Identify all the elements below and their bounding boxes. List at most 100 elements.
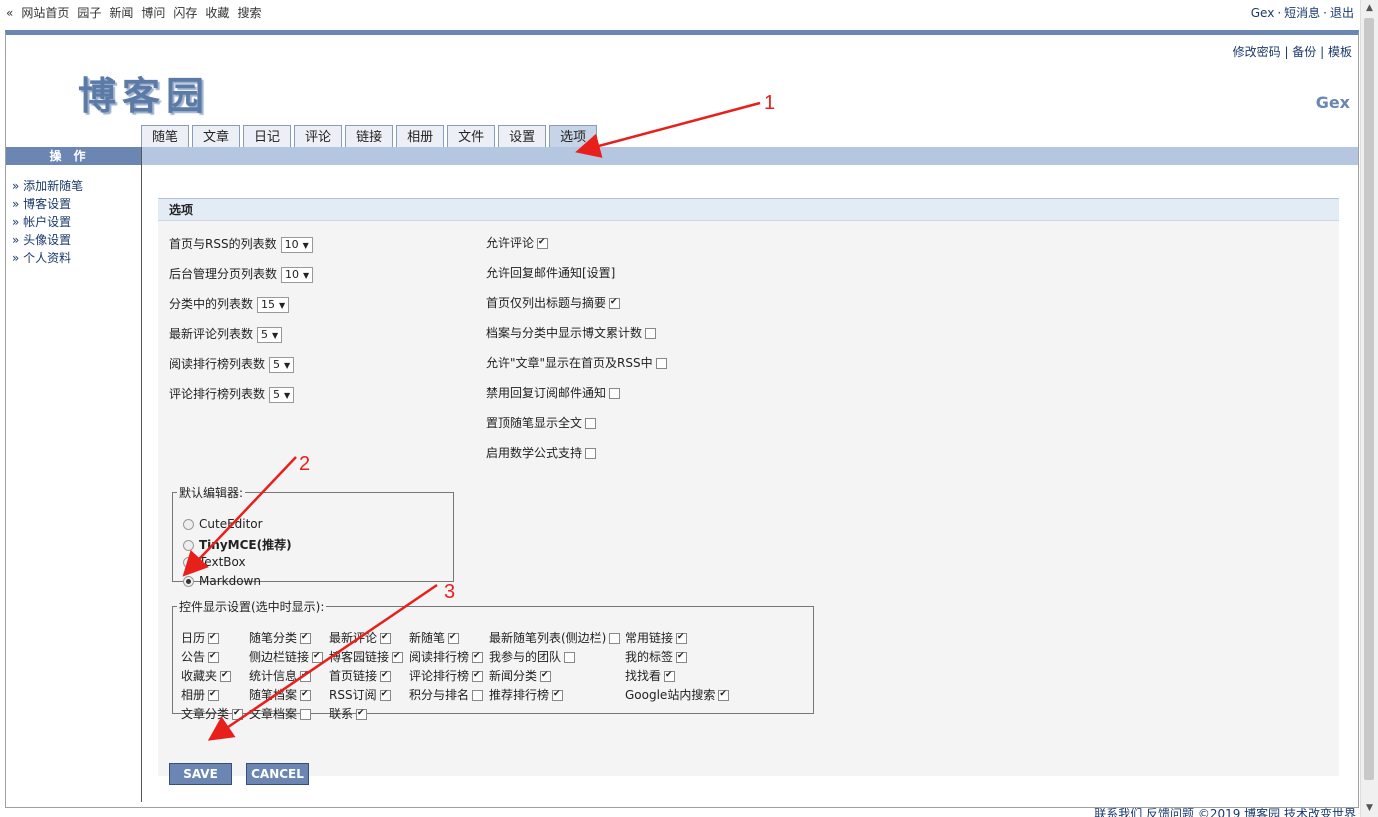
widget-option[interactable]: 联系: [329, 705, 368, 722]
widget-checkbox[interactable]: [300, 690, 312, 701]
widget-checkbox[interactable]: [540, 671, 552, 682]
widget-option[interactable]: 常用链接: [625, 629, 688, 646]
editor-radio[interactable]: [183, 557, 194, 568]
editor-radio[interactable]: [183, 576, 194, 587]
widget-checkbox[interactable]: [718, 690, 730, 701]
tab-8[interactable]: 选项: [549, 125, 598, 147]
nav-link[interactable]: 博问: [141, 6, 165, 20]
sidebar-item[interactable]: » 添加新随笔: [12, 177, 141, 195]
widget-checkbox[interactable]: [208, 652, 220, 663]
widget-checkbox[interactable]: [208, 633, 220, 644]
nav-link[interactable]: 网站首页: [21, 6, 69, 20]
widget-checkbox[interactable]: [448, 633, 460, 644]
widget-checkbox[interactable]: [300, 633, 312, 644]
widget-checkbox[interactable]: [676, 633, 688, 644]
widget-option[interactable]: 最新评论: [329, 629, 392, 646]
nav-link[interactable]: 搜索: [237, 6, 261, 20]
account-link[interactable]: 修改密码: [1233, 45, 1281, 59]
widget-checkbox[interactable]: [220, 671, 232, 682]
sidebar-item[interactable]: » 帐户设置: [12, 213, 141, 231]
setting-select[interactable]: 5 ▼: [269, 356, 295, 373]
widget-option[interactable]: 随笔档案: [249, 686, 312, 703]
widget-checkbox[interactable]: [472, 690, 484, 701]
nav-username[interactable]: Gex: [1251, 6, 1275, 20]
widget-option[interactable]: 阅读排行榜: [409, 648, 484, 665]
setting-checkbox[interactable]: [537, 238, 549, 249]
widget-option[interactable]: 公告: [181, 648, 220, 665]
editor-option[interactable]: CuteEditor: [183, 517, 263, 531]
widget-checkbox[interactable]: [472, 671, 484, 682]
scroll-up-arrow-icon[interactable]: ▲: [1361, 0, 1378, 17]
widget-option[interactable]: 日历: [181, 629, 220, 646]
nav-link[interactable]: 闪存: [173, 6, 197, 20]
editor-radio[interactable]: [183, 540, 194, 551]
widget-checkbox[interactable]: [300, 671, 312, 682]
setting-select[interactable]: 10 ▼: [281, 266, 314, 283]
setting-checkbox[interactable]: [655, 358, 667, 369]
scrollbar-thumb[interactable]: [1364, 18, 1374, 780]
sidebar-item[interactable]: » 头像设置: [12, 231, 141, 249]
widget-checkbox[interactable]: [552, 690, 564, 701]
site-logo[interactable]: 博客园: [78, 65, 210, 120]
username[interactable]: Gex: [1316, 93, 1350, 112]
editor-option[interactable]: Markdown: [183, 574, 261, 588]
tab-5[interactable]: 相册: [396, 125, 445, 147]
widget-option[interactable]: 我参与的团队: [489, 648, 576, 665]
nav-link[interactable]: 收藏: [205, 6, 229, 20]
setting-select[interactable]: 15 ▼: [257, 296, 290, 313]
widget-option[interactable]: 相册: [181, 686, 220, 703]
sidebar-item[interactable]: » 个人资料: [12, 249, 141, 267]
widget-option[interactable]: 评论排行榜: [409, 667, 484, 684]
setting-select[interactable]: 5 ▼: [269, 386, 295, 403]
tab-6[interactable]: 文件: [447, 125, 496, 147]
sidebar-item[interactable]: » 博客设置: [12, 195, 141, 213]
widget-option[interactable]: 首页链接: [329, 667, 392, 684]
account-link[interactable]: 备份: [1292, 45, 1316, 59]
widget-checkbox[interactable]: [564, 652, 576, 663]
widget-option[interactable]: 推荐排行榜: [489, 686, 564, 703]
widget-option[interactable]: 最新随笔列表(侧边栏): [489, 629, 621, 646]
widget-option[interactable]: 新闻分类: [489, 667, 552, 684]
nav-link[interactable]: 园子: [77, 6, 101, 20]
editor-option[interactable]: TextBox: [183, 555, 246, 569]
setting-checkbox[interactable]: [609, 388, 621, 399]
tab-4[interactable]: 链接: [345, 125, 394, 147]
widget-checkbox[interactable]: [300, 709, 312, 720]
widget-checkbox[interactable]: [392, 652, 404, 663]
setting-select[interactable]: 10 ▼: [280, 236, 313, 253]
widget-checkbox[interactable]: [208, 690, 220, 701]
save-button[interactable]: SAVE: [169, 763, 232, 785]
vertical-scrollbar[interactable]: ▲ ▼: [1360, 0, 1378, 817]
widget-option[interactable]: 收藏夹: [181, 667, 232, 684]
account-link[interactable]: 模板: [1328, 45, 1352, 59]
widget-option[interactable]: 新随笔: [409, 629, 460, 646]
widget-checkbox[interactable]: [232, 709, 244, 720]
widget-option[interactable]: RSS订阅: [329, 686, 391, 703]
tab-1[interactable]: 文章: [192, 125, 241, 147]
widget-option[interactable]: 博客园链接: [329, 648, 404, 665]
widget-checkbox[interactable]: [380, 633, 392, 644]
editor-radio[interactable]: [183, 519, 194, 530]
setting-select[interactable]: 5 ▼: [257, 326, 283, 343]
widget-option[interactable]: 文章档案: [249, 705, 312, 722]
widget-option[interactable]: 随笔分类: [249, 629, 312, 646]
setting-checkbox[interactable]: [609, 298, 621, 309]
setting-checkbox[interactable]: [585, 418, 597, 429]
nav-link[interactable]: 新闻: [109, 6, 133, 20]
widget-option[interactable]: 文章分类: [181, 705, 244, 722]
widget-checkbox[interactable]: [472, 652, 484, 663]
widget-option[interactable]: 找找看: [625, 667, 676, 684]
tab-0[interactable]: 随笔: [141, 125, 190, 147]
setting-checkbox[interactable]: [585, 448, 597, 459]
setting-checkbox[interactable]: [645, 328, 657, 339]
tab-3[interactable]: 评论: [294, 125, 343, 147]
widget-option[interactable]: Google站内搜索: [625, 686, 730, 703]
widget-checkbox[interactable]: [379, 690, 391, 701]
cancel-button[interactable]: CANCEL: [246, 763, 309, 785]
editor-option[interactable]: TinyMCE(推荐): [183, 536, 292, 553]
widget-option[interactable]: 积分与排名: [409, 686, 484, 703]
widget-checkbox[interactable]: [676, 652, 688, 663]
widget-checkbox[interactable]: [312, 652, 324, 663]
widget-checkbox[interactable]: [609, 633, 621, 644]
tab-7[interactable]: 设置: [498, 125, 547, 147]
